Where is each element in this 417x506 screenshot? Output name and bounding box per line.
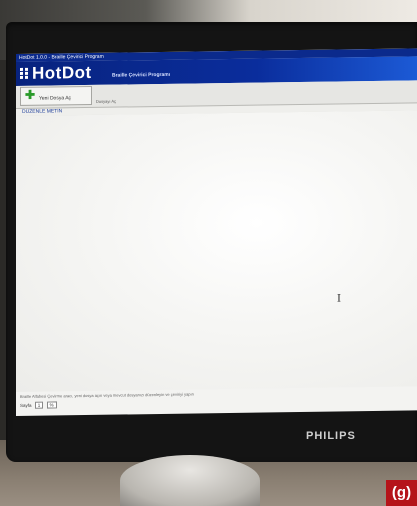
logo-dots-icon: [20, 67, 28, 80]
monitor-stand: [120, 455, 260, 506]
app-subtitle: Braille Çevirici Programı: [112, 71, 171, 79]
monitor-brand-logo: PHILIPS: [306, 430, 356, 442]
figure-label: (g): [386, 480, 417, 506]
open-file-link[interactable]: Dosyayı Aç: [96, 99, 116, 104]
monitor-screen: HotDot 1.0.0 - Braille Çevirici Program …: [16, 48, 417, 416]
app-brand-name: HotDot: [32, 62, 92, 83]
zoom-field[interactable]: %: [46, 401, 57, 409]
status-bar: Sayfa 1 %: [20, 401, 57, 409]
page-number-field[interactable]: 1: [34, 401, 44, 409]
text-cursor-icon: I: [337, 293, 341, 305]
plus-icon: ✚: [25, 87, 36, 102]
text-editor-area[interactable]: I: [16, 110, 417, 392]
window-title: HotDot 1.0.0 - Braille Çevirici Program: [19, 53, 104, 61]
page-label: Sayfa: [20, 402, 32, 408]
new-file-button[interactable]: ✚ Yeni Dosya Aç: [20, 85, 92, 106]
new-file-button-label: Yeni Dosya Aç: [39, 95, 72, 102]
